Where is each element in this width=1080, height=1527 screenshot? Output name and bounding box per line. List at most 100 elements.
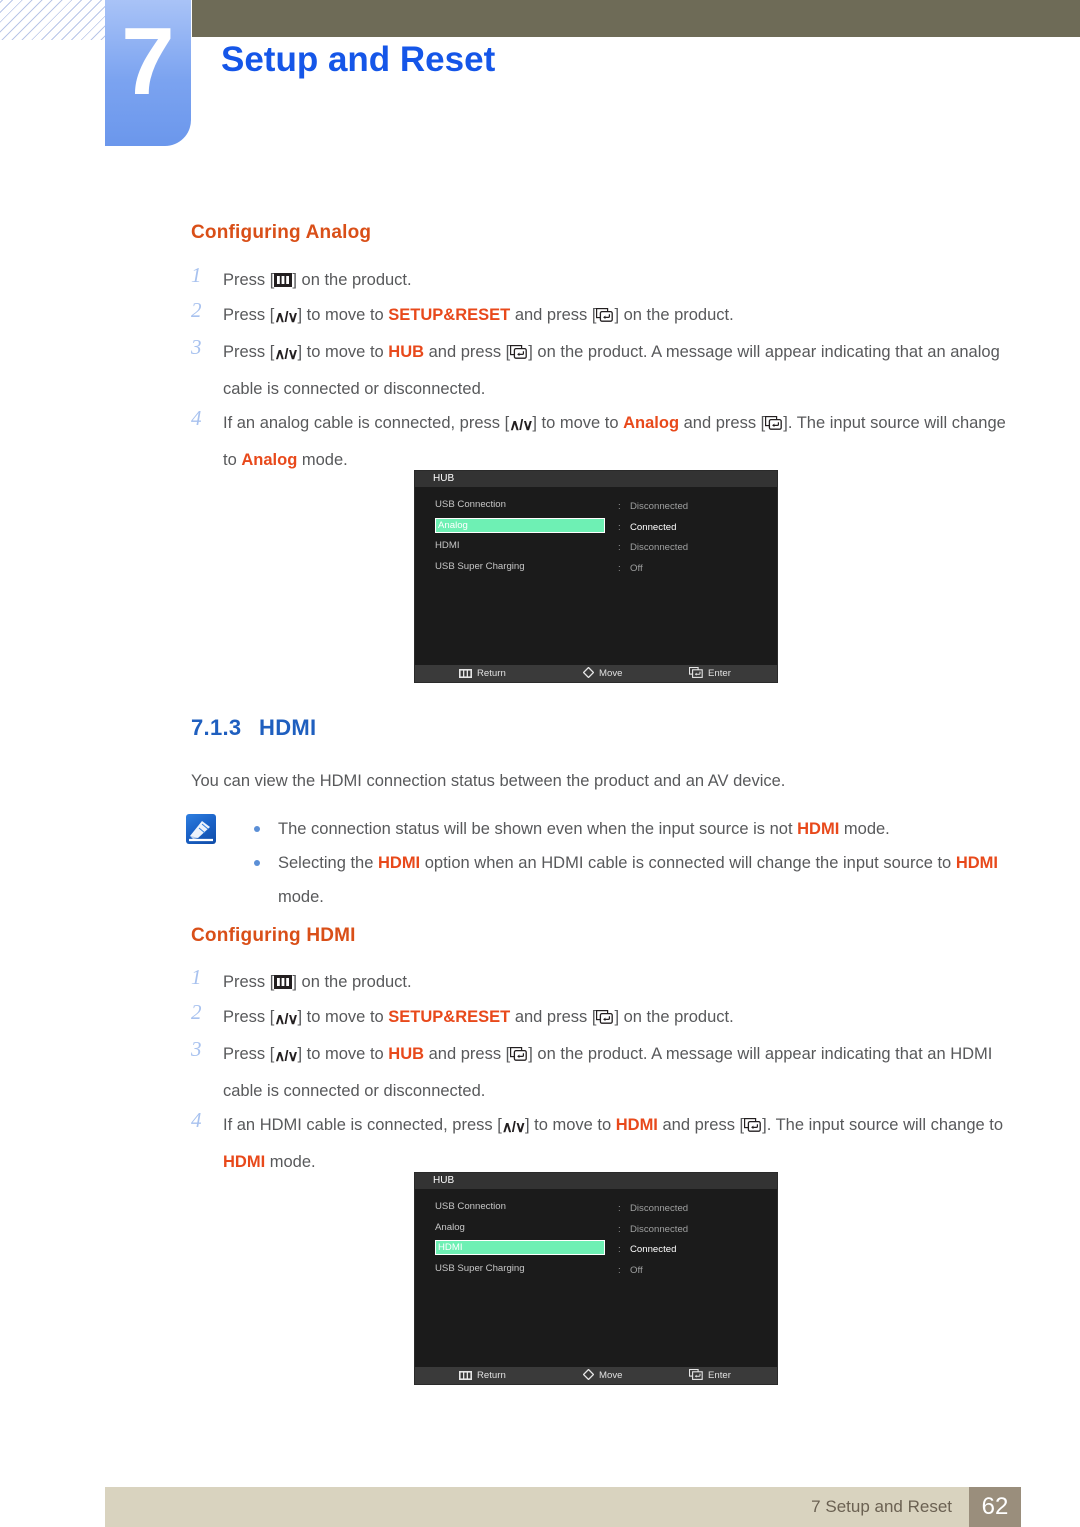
section-number: 7.1.3 xyxy=(191,715,242,740)
section-title: HDMI xyxy=(259,715,317,740)
step-text: Press [] on the product. xyxy=(223,973,412,991)
enter-button-icon xyxy=(688,666,703,684)
step-number: 3 xyxy=(191,335,202,359)
step-number: 2 xyxy=(191,298,202,322)
note-item: The connection status will be shown even… xyxy=(242,812,1016,846)
highlight-term: HDMI xyxy=(797,820,840,838)
step-number: 4 xyxy=(191,406,202,430)
return-button-icon xyxy=(459,1369,472,1386)
highlight-term: SETUP&RESET xyxy=(388,306,511,324)
hdmi-steps-list: 1 Press [] on the product. 2 Press [∧/∨] to… xyxy=(191,965,1011,1179)
page-number-badge: 62 xyxy=(969,1487,1021,1527)
osd-row[interactable]: Analog: Disconnected xyxy=(415,1220,777,1241)
step-item: 1 Press [] on the product. xyxy=(191,263,1011,298)
return-button-icon xyxy=(459,667,472,684)
osd-row-label: USB Super Charging xyxy=(435,560,525,572)
page-title: Setup and Reset xyxy=(221,40,496,79)
enter-button-icon xyxy=(765,416,783,430)
enter-button-icon xyxy=(596,1010,614,1024)
osd-colon: : xyxy=(618,501,621,512)
section-heading-hdmi: 7.1.3 HDMI xyxy=(191,715,316,741)
osd-row-value: Connected xyxy=(630,1244,677,1255)
step-item: 2 Press [∧/∨] to move to SETUP&RESET and … xyxy=(191,298,1011,335)
osd-row[interactable]: USB Super Charging: Off xyxy=(415,1261,777,1282)
osd-row[interactable]: Analog: Connected xyxy=(415,517,777,539)
step-number: 1 xyxy=(191,263,202,287)
osd-rows: USB Connection: Disconnected Analog: Connec… xyxy=(415,497,777,579)
enter-button-icon xyxy=(596,308,614,322)
hdmi-intro-paragraph: You can view the HDMI connection status … xyxy=(191,772,786,790)
osd-bottom-bar: Return Move Enter xyxy=(415,1367,777,1384)
up-down-button-icon: ∧/∨ xyxy=(274,309,298,326)
osd-row[interactable]: USB Super Charging: Off xyxy=(415,559,777,580)
osd-menu-hdmi: HUB USB Connection: Disconnected Analog: Dis… xyxy=(414,1172,778,1385)
page-footer: 7 Setup and Reset 62 xyxy=(105,1487,1080,1527)
osd-row-label: Analog xyxy=(435,517,605,533)
hatch-pattern-decoration xyxy=(0,0,106,40)
highlight-term: Analog xyxy=(623,414,680,432)
header-olive-bar xyxy=(192,0,1080,37)
highlight-term: HDMI xyxy=(955,854,998,872)
osd-move-hint[interactable]: Move xyxy=(582,1367,622,1386)
enter-button-icon xyxy=(688,1368,703,1386)
step-item: 3 Press [∧/∨] to move to HUB and press []… xyxy=(191,335,1011,406)
step-item: 3 Press [∧/∨] to move to HUB and press []… xyxy=(191,1037,1011,1108)
osd-row[interactable]: HDMI: Disconnected xyxy=(415,538,777,559)
osd-row-label: Analog xyxy=(435,1221,465,1233)
up-down-button-icon: ∧/∨ xyxy=(274,346,298,363)
bullet-icon xyxy=(254,826,260,832)
configuring-hdmi-heading: Configuring HDMI xyxy=(191,925,356,946)
osd-bottom-bar: Return Move Enter xyxy=(415,665,777,682)
up-down-button-icon: ∧/∨ xyxy=(509,417,533,434)
osd-row-label: HDMI xyxy=(435,540,460,551)
highlight-term: HDMI xyxy=(377,854,421,872)
step-text: If an HDMI cable is connected, press [∧/… xyxy=(223,1108,1013,1179)
osd-colon: : xyxy=(618,1264,621,1276)
osd-row-label: USB Connection xyxy=(435,1201,506,1212)
osd-row[interactable]: HDMI: Connected xyxy=(415,1240,777,1261)
step-item: 1 Press [] on the product. xyxy=(191,965,1011,1000)
chapter-number: 7 xyxy=(121,8,175,115)
osd-enter-hint[interactable]: Enter xyxy=(688,1367,731,1386)
osd-return-hint[interactable]: Return xyxy=(459,1367,506,1386)
highlight-term: Analog xyxy=(241,451,298,469)
osd-move-hint[interactable]: Move xyxy=(582,665,622,684)
osd-row[interactable]: USB Connection: Disconnected xyxy=(415,497,777,518)
page-header: 7 Setup and Reset xyxy=(0,0,1080,150)
configuring-analog-heading: Configuring Analog xyxy=(191,222,372,243)
osd-rows: USB Connection: Disconnected Analog: Discon… xyxy=(415,1199,777,1281)
highlight-term: HDMI xyxy=(223,1153,266,1171)
move-diamond-icon xyxy=(582,666,595,684)
chapter-tab: 7 xyxy=(105,0,191,146)
osd-colon: : xyxy=(618,521,621,533)
osd-row-value: Disconnected xyxy=(630,501,689,512)
osd-colon: : xyxy=(618,1244,621,1255)
step-text: Press [∧/∨] to move to SETUP&RESET and p… xyxy=(223,1000,1013,1037)
osd-row-label: HDMI xyxy=(435,1240,605,1255)
highlight-term: HUB xyxy=(388,343,425,361)
step-item: 4 If an analog cable is connected, press … xyxy=(191,406,1011,477)
footer-chapter-label: 7 Setup and Reset xyxy=(811,1497,952,1516)
up-down-button-icon: ∧/∨ xyxy=(274,1011,298,1028)
osd-title: HUB xyxy=(415,1173,777,1189)
osd-colon: : xyxy=(618,1203,621,1214)
osd-return-hint[interactable]: Return xyxy=(459,665,506,684)
osd-row-value: Disconnected xyxy=(630,1203,689,1214)
highlight-term: HUB xyxy=(388,1045,425,1063)
osd-row-value: Disconnected xyxy=(630,1223,689,1235)
enter-button-icon xyxy=(510,1047,528,1061)
note-block: The connection status will be shown even… xyxy=(186,812,1016,914)
step-number: 1 xyxy=(191,965,202,989)
note-item: Selecting the HDMI option when an HDMI c… xyxy=(242,846,1016,914)
step-item: 2 Press [∧/∨] to move to SETUP&RESET and … xyxy=(191,1000,1011,1037)
osd-row[interactable]: USB Connection: Disconnected xyxy=(415,1199,777,1220)
up-down-button-icon: ∧/∨ xyxy=(501,1119,526,1136)
step-number: 2 xyxy=(191,1000,202,1024)
step-number: 3 xyxy=(191,1037,202,1061)
osd-enter-hint[interactable]: Enter xyxy=(688,665,731,684)
step-text: Press [] on the product. xyxy=(223,271,412,289)
osd-row-label: USB Super Charging xyxy=(435,1262,525,1274)
step-text: Press [∧/∨] to move to HUB and press [] … xyxy=(223,335,1013,406)
osd-row-label: USB Connection xyxy=(435,499,506,510)
bullet-icon xyxy=(254,860,260,866)
